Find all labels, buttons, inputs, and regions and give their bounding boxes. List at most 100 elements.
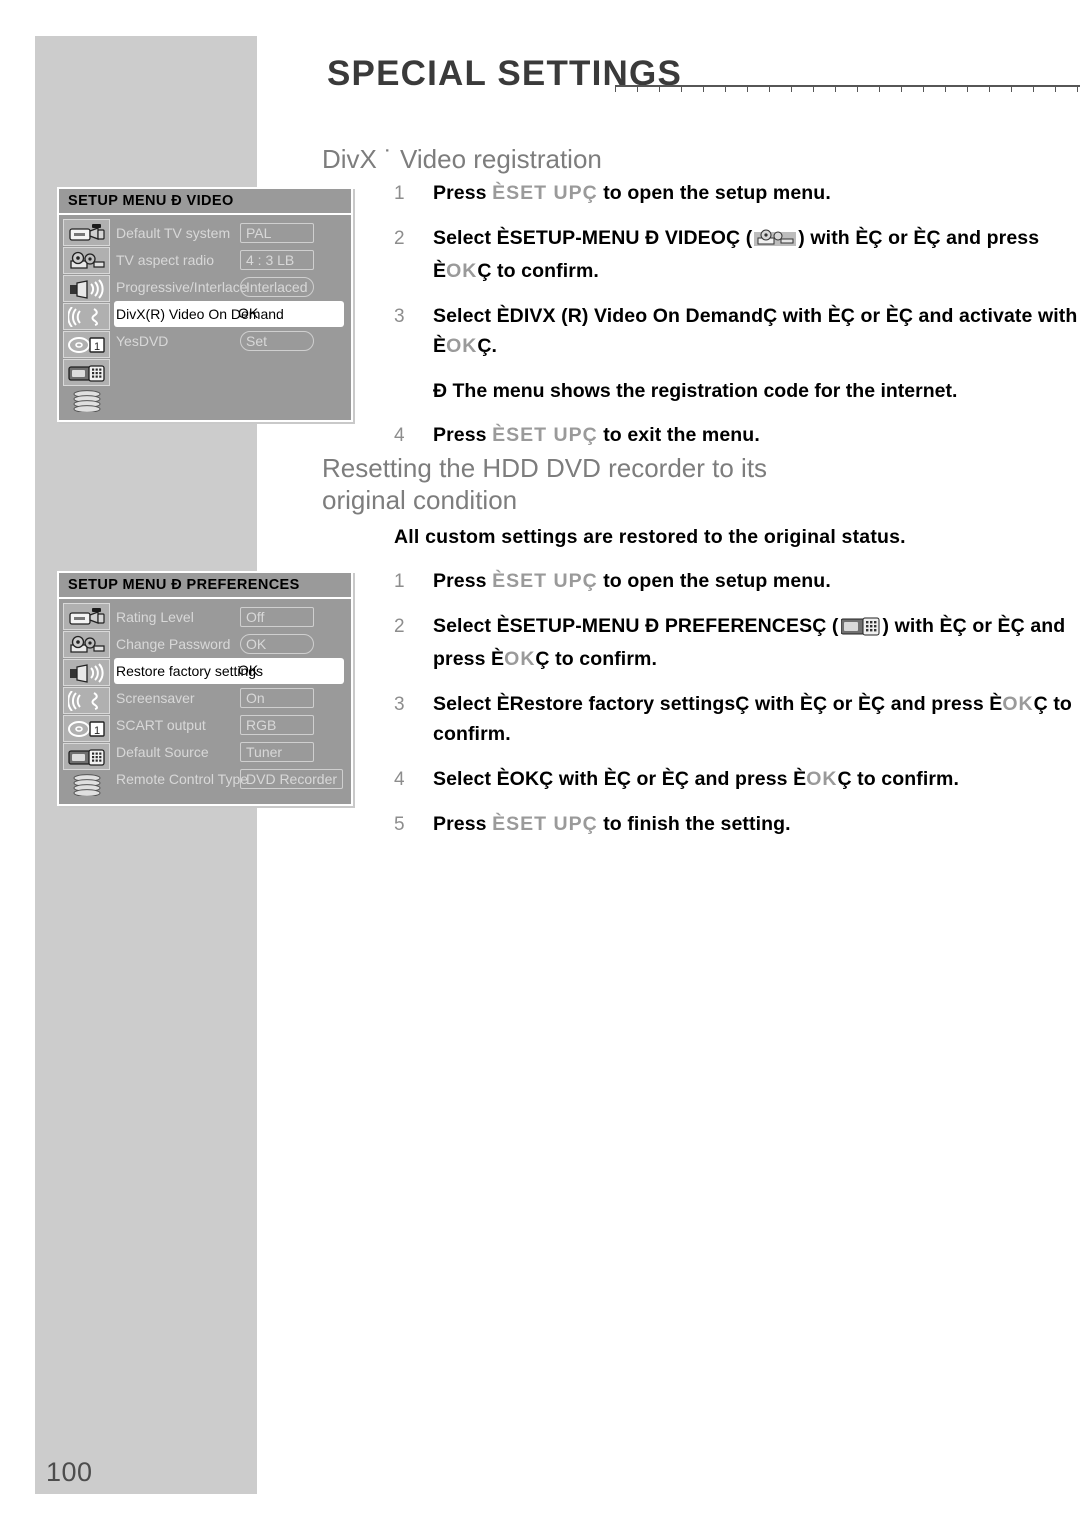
osd-row-label: Rating Level — [116, 609, 194, 625]
instruction-step: 5 Press ÈSET UPÇ to finish the setting. — [394, 810, 1080, 840]
page-header: SPECIAL SETTINGS — [327, 52, 1080, 102]
osd-title-video: SETUP MENU Ð VIDEO — [59, 189, 351, 215]
svg-text:1: 1 — [93, 725, 99, 737]
key-label: OK — [1002, 693, 1034, 715]
osd-row[interactable]: Remote Control Type DVD Recorder — [116, 766, 348, 792]
setup-menu-video-panel: SETUP MENU Ð VIDEO 1 Default TV system PA… — [57, 187, 353, 422]
step-number: 1 — [394, 183, 405, 204]
remote-control-icon[interactable] — [63, 743, 110, 770]
osd-row-value[interactable]: RGB — [240, 715, 314, 735]
disc-calendar-icon[interactable]: 1 — [63, 715, 110, 742]
page-number: 100 — [46, 1457, 93, 1487]
film-projector-icon — [754, 228, 797, 257]
osd-row-label: YesDVD — [116, 333, 169, 349]
step-number: 4 — [394, 769, 405, 790]
osd-row[interactable]: Change Password OK — [116, 631, 348, 657]
key-label: ÈSET UPÇ — [492, 424, 598, 446]
instruction-step: 4 Select ÈOKÇ with ÈÇ or ÈÇ and press ÈOK… — [394, 765, 1080, 795]
osd-row-label: TV aspect radio — [116, 252, 215, 268]
step-text: Select ÈSETUP-MENU Ð VIDEOÇ () with ÈÇ o… — [433, 227, 1040, 282]
step-text: Select ÈOKÇ with ÈÇ or ÈÇ and press ÈOKÇ… — [433, 768, 960, 790]
step-text: Press ÈSET UPÇ to exit the menu. — [433, 424, 760, 446]
osd-row[interactable]: Progressive/Interlace Interlaced — [116, 274, 348, 300]
key-label: OK — [446, 260, 478, 282]
camcorder-icon[interactable] — [63, 219, 110, 246]
instruction-step: 1 Press ÈSET UPÇ to open the setup menu. — [394, 179, 1080, 209]
soundwave-icon[interactable] — [63, 303, 110, 330]
intro-line: All custom settings are restored to the … — [394, 526, 906, 548]
step-text: Select ÈRestore factory settingsÇ with È… — [433, 693, 1072, 745]
instruction-step: 1 Press ÈSET UPÇ to open the setup menu. — [394, 567, 1080, 597]
osd-row[interactable]: Screensaver On — [116, 685, 348, 711]
osd-row-selected[interactable]: Restore factory settings OK — [114, 658, 344, 684]
camcorder-icon[interactable] — [63, 603, 110, 630]
osd-row-value[interactable]: Interlaced — [240, 277, 314, 297]
osd-row-value[interactable]: 4 : 3 LB — [240, 250, 314, 270]
osd-row-list-video: Default TV system PAL TV aspect radio 4 : 3… — [110, 219, 348, 414]
disc-calendar-icon[interactable]: 1 — [63, 331, 110, 358]
osd-row-value[interactable]: Off — [240, 607, 314, 627]
key-label: OK — [806, 768, 838, 790]
osd-row-value[interactable]: PAL — [240, 223, 314, 243]
svg-text:1: 1 — [93, 341, 99, 353]
step-number: 3 — [394, 694, 405, 715]
step-number: 4 — [394, 425, 405, 446]
instruction-step: 2 Select ÈSETUP-MENU Ð VIDEOÇ () with ÈÇ … — [394, 224, 1080, 287]
osd-row-selected[interactable]: DivX(R) Video On Demand OK — [114, 301, 344, 327]
osd-row-value[interactable]: OK — [240, 634, 314, 654]
osd-row[interactable]: YesDVD Set — [116, 328, 348, 354]
step-text: Press ÈSET UPÇ to open the setup menu. — [433, 182, 831, 204]
step-text: Select ÈDIVX (R) Video On DemandÇ with È… — [433, 305, 1078, 357]
remote-control-icon[interactable] — [63, 359, 110, 386]
remote-control-icon — [840, 616, 881, 645]
osd-row-list-preferences: Rating Level Off Change Password OK Restore … — [110, 603, 348, 798]
step-number: 2 — [394, 616, 405, 637]
key-label: ÈSET UPÇ — [492, 182, 598, 204]
osd-row-value[interactable]: DVD Recorder — [240, 769, 344, 789]
speaker-icon[interactable] — [63, 659, 110, 686]
osd-row-label: Default Source — [116, 744, 209, 760]
step-number: 2 — [394, 228, 405, 249]
osd-row[interactable]: Rating Level Off — [116, 604, 348, 630]
key-label: OK — [446, 335, 478, 357]
osd-row-value[interactable]: On — [240, 688, 314, 708]
osd-row-value[interactable]: OK — [238, 304, 258, 324]
osd-row-label: Progressive/Interlace — [116, 279, 248, 295]
key-label: ÈSET UPÇ — [492, 813, 598, 835]
section-heading-divx: DivX ˙ Video registration — [322, 144, 602, 174]
soundwave-icon[interactable] — [63, 687, 110, 714]
film-projector-icon[interactable] — [63, 247, 110, 274]
osd-row[interactable]: SCART output RGB — [116, 712, 348, 738]
step-number: 3 — [394, 306, 405, 327]
osd-row-label: Screensaver — [116, 690, 195, 706]
osd-row-label: Change Password — [116, 636, 231, 652]
film-projector-icon[interactable] — [63, 631, 110, 658]
step-text: Press ÈSET UPÇ to finish the setting. — [433, 813, 791, 835]
step-text: Select ÈSETUP-MENU Ð PREFERENCESÇ () wit… — [433, 615, 1066, 670]
osd-row[interactable]: Default TV system PAL — [116, 220, 348, 246]
step-number: 5 — [394, 814, 405, 835]
key-label: ÈSET UPÇ — [492, 570, 598, 592]
instruction-step: 4 Press ÈSET UPÇ to exit the menu. — [394, 421, 1080, 451]
step-text: Press ÈSET UPÇ to open the setup menu. — [433, 570, 831, 592]
header-rule — [615, 85, 1080, 96]
osd-row-value[interactable]: Tuner — [240, 742, 314, 762]
key-label: OK — [504, 648, 536, 670]
osd-row-label: Remote Control Type — [116, 771, 249, 787]
osd-icon-column-preferences: 1 — [63, 603, 110, 798]
osd-row-value[interactable]: Set — [240, 331, 314, 351]
speaker-icon[interactable] — [63, 275, 110, 302]
osd-row-label: Default TV system — [116, 225, 231, 241]
osd-row[interactable]: Default Source Tuner — [116, 739, 348, 765]
step-note: Ð The menu shows the registration code f… — [433, 380, 958, 402]
instruction-list-reset: All custom settings are restored to the … — [394, 525, 1080, 855]
step-number: 1 — [394, 571, 405, 592]
osd-row-value[interactable]: OK — [238, 661, 258, 681]
disc-stack-icon[interactable] — [63, 387, 110, 414]
instruction-list-divx: 1 Press ÈSET UPÇ to open the setup menu. 2… — [394, 179, 1080, 466]
setup-menu-preferences-panel: SETUP MENU Ð PREFERENCES 1 Rating Level O… — [57, 571, 353, 806]
disc-stack-icon[interactable] — [63, 771, 110, 798]
instruction-step: 3 Select ÈDIVX (R) Video On DemandÇ with … — [394, 302, 1080, 362]
instruction-step: 3 Select ÈRestore factory settingsÇ with … — [394, 690, 1080, 750]
osd-row[interactable]: TV aspect radio 4 : 3 LB — [116, 247, 348, 273]
